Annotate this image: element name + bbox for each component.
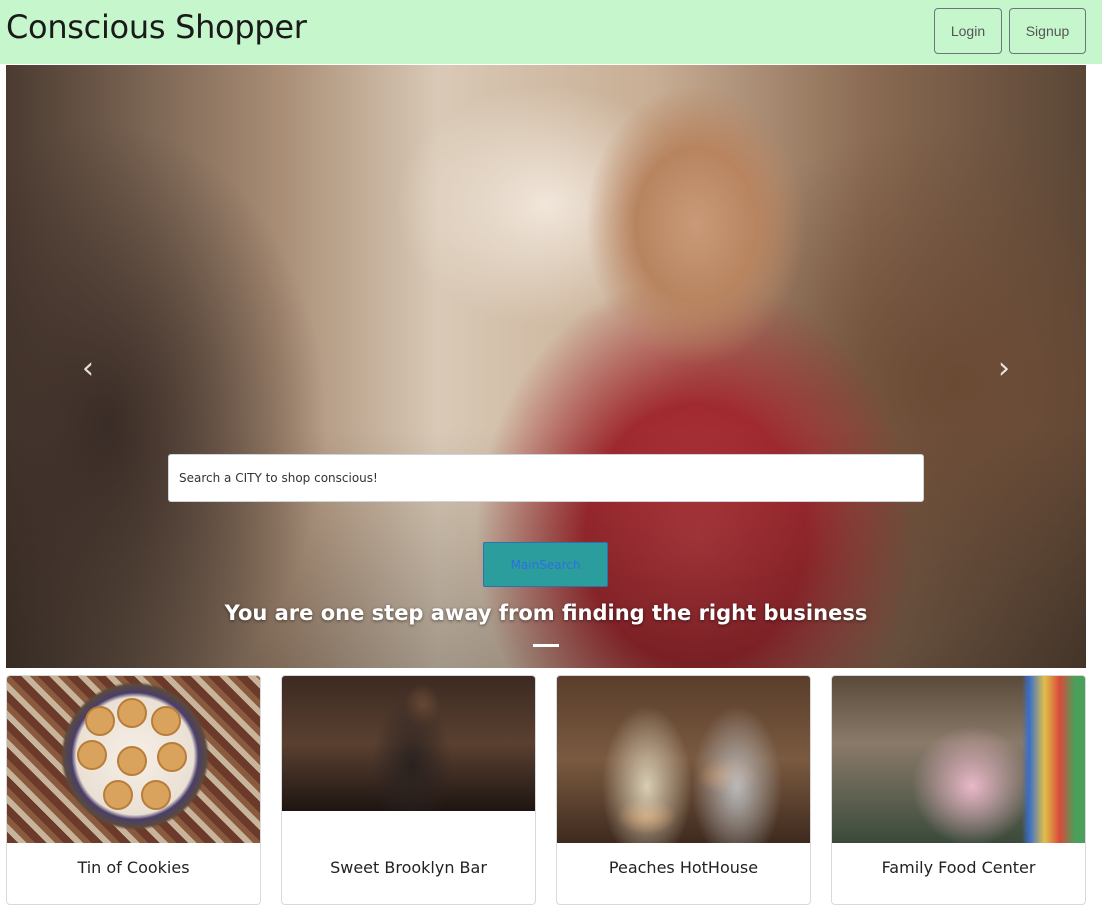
- cookie-shape: [151, 706, 181, 736]
- cookie-shape: [157, 742, 187, 772]
- card-title: Peaches HotHouse: [608, 858, 759, 877]
- cookie-shape: [85, 706, 115, 736]
- business-card-peaches-hothouse[interactable]: Peaches HotHouse: [556, 675, 811, 905]
- carousel-indicator[interactable]: [533, 644, 559, 647]
- cookie-shape: [141, 780, 171, 810]
- card-image: [282, 676, 535, 811]
- business-card-family-food-center[interactable]: Family Food Center: [831, 675, 1086, 905]
- login-button[interactable]: Login: [934, 8, 1002, 54]
- hero-carousel: ‹ › MainSearch You are one step away fro…: [6, 65, 1086, 668]
- navbar: Conscious Shopper Login Signup: [0, 0, 1102, 64]
- card-title: Family Food Center: [881, 858, 1036, 877]
- signup-button[interactable]: Signup: [1009, 8, 1086, 54]
- business-card-tin-of-cookies[interactable]: Tin of Cookies: [6, 675, 261, 905]
- main-search-button[interactable]: MainSearch: [483, 542, 608, 587]
- brand-title[interactable]: Conscious Shopper: [6, 8, 307, 46]
- cookie-shape: [117, 698, 147, 728]
- card-title: Sweet Brooklyn Bar: [330, 858, 487, 877]
- city-search-input[interactable]: [168, 454, 924, 502]
- chevron-left-icon[interactable]: ‹: [76, 353, 100, 385]
- business-card-sweet-brooklyn-bar[interactable]: Sweet Brooklyn Bar: [281, 675, 536, 905]
- chevron-right-icon[interactable]: ›: [992, 353, 1016, 385]
- cookie-shape: [103, 780, 133, 810]
- cookie-shape: [117, 746, 147, 776]
- card-title: Tin of Cookies: [77, 858, 190, 877]
- card-image: [7, 676, 260, 843]
- card-image: [557, 676, 810, 843]
- cookie-shape: [77, 740, 107, 770]
- carousel-caption: You are one step away from finding the r…: [224, 601, 868, 625]
- card-image: [832, 676, 1085, 843]
